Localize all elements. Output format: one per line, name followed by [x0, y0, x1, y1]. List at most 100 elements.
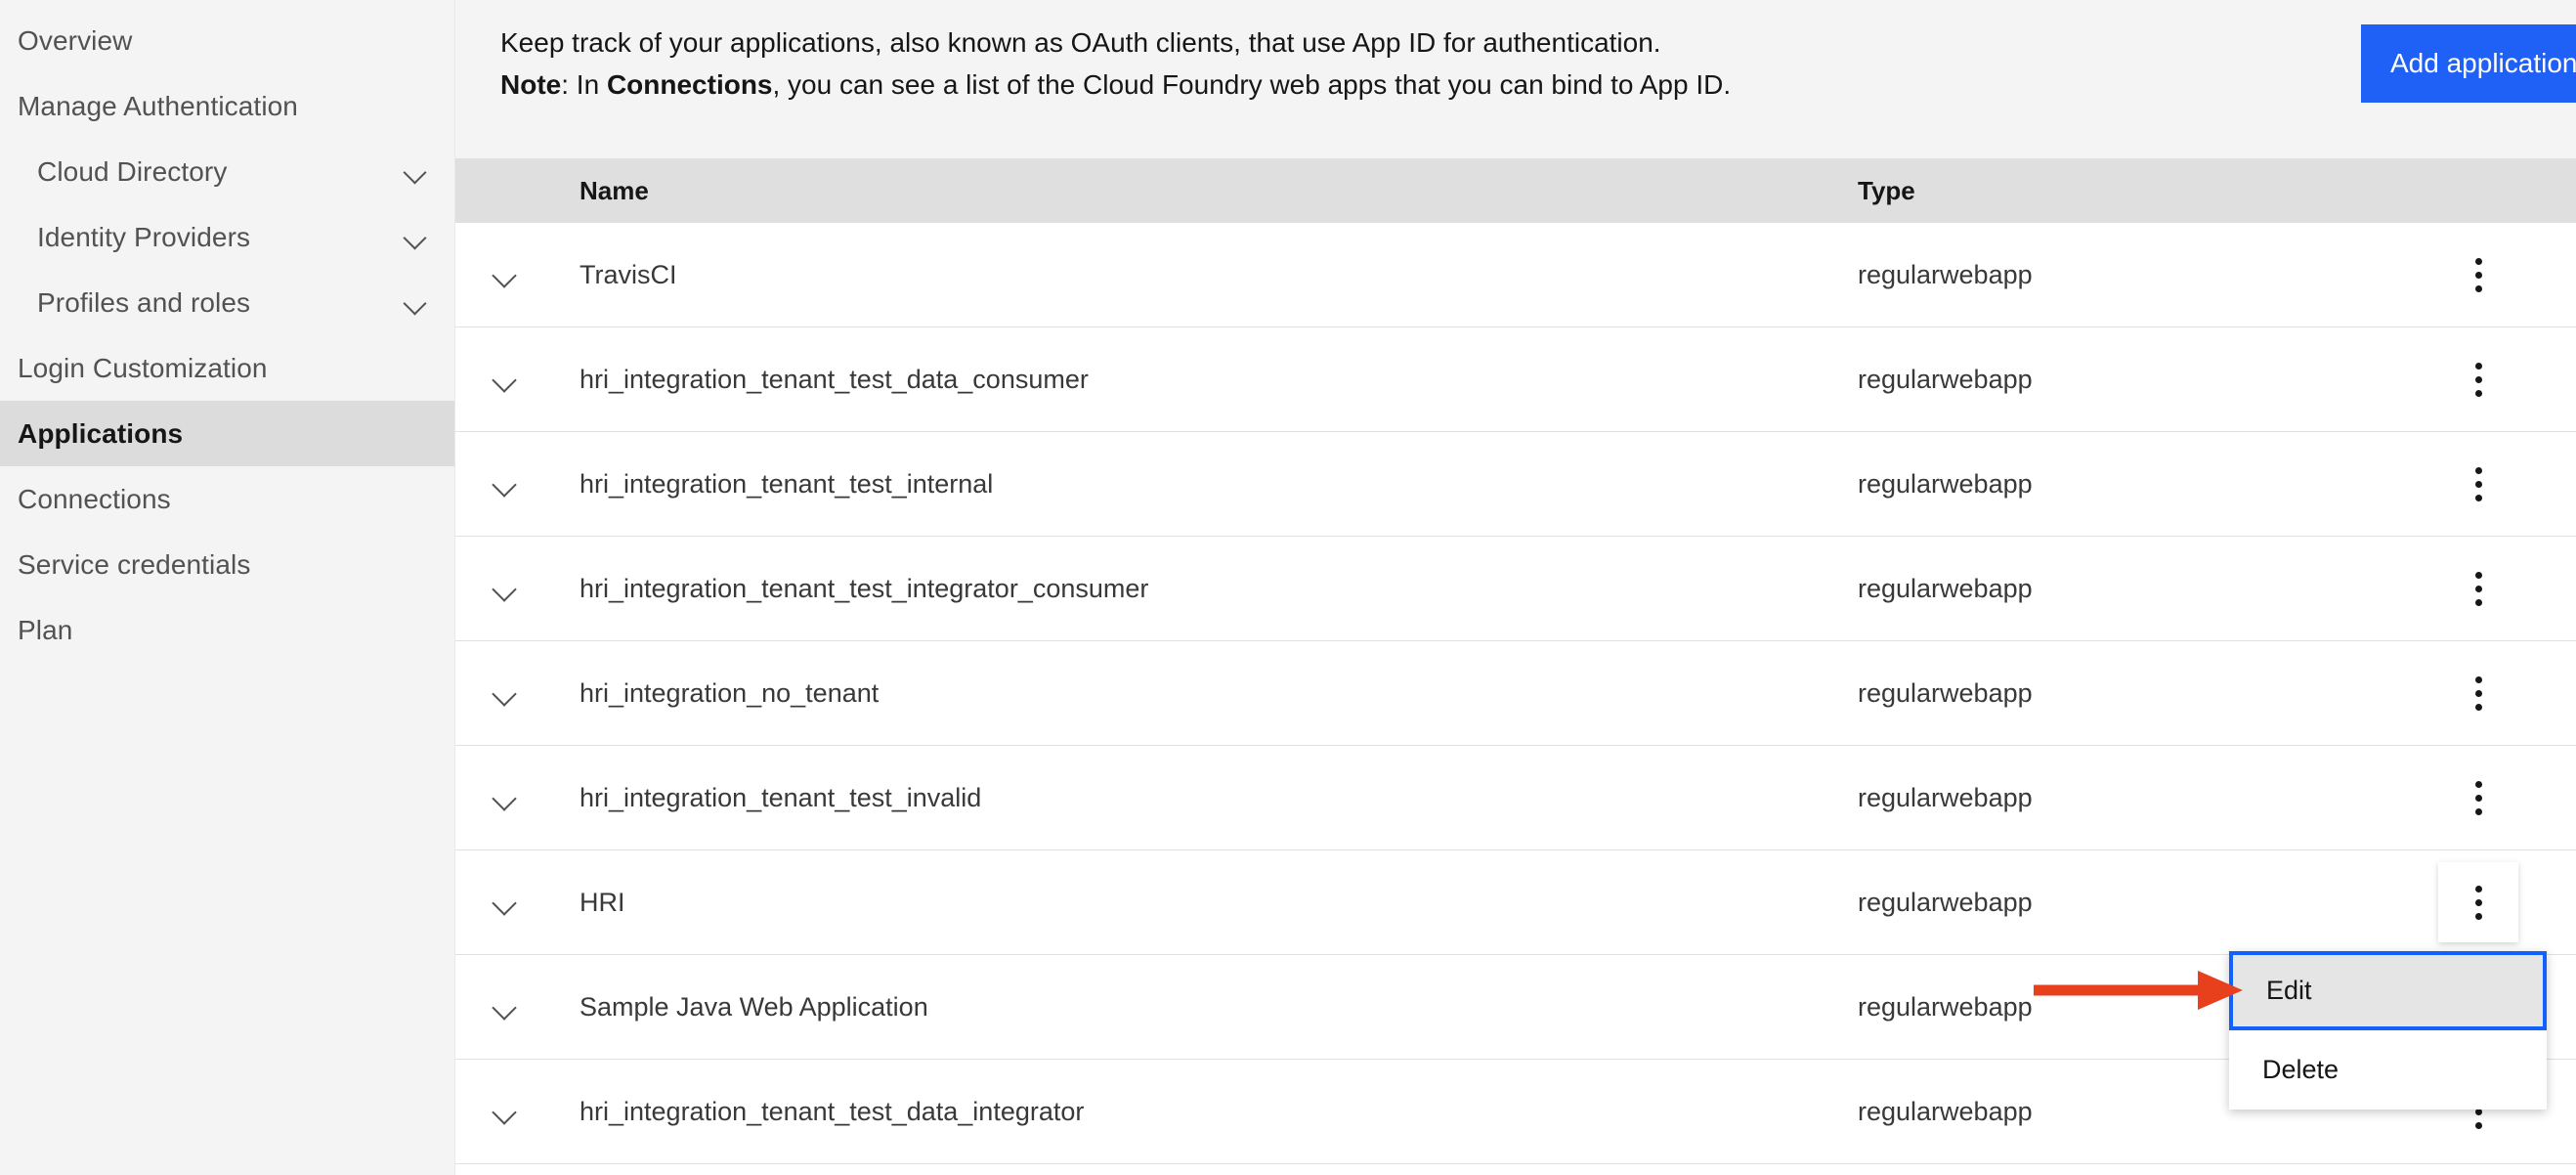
kebab-dot	[2474, 494, 2482, 501]
chevron-down-icon[interactable]	[404, 159, 429, 185]
cell-application-type: regularwebapp	[1858, 782, 2033, 812]
row-overflow-menu-button[interactable]	[2438, 548, 2518, 629]
table-row[interactable]: TravisCI regularwebapp	[455, 223, 2576, 327]
cell-application-type: regularwebapp	[1858, 887, 2033, 917]
table-row[interactable]: hri_integration_tenant_test_invalid regul…	[455, 746, 2576, 850]
chevron-down-icon	[492, 784, 519, 811]
row-overflow-menu-button[interactable]	[2438, 339, 2518, 419]
kebab-dot	[2474, 571, 2482, 579]
row-overflow-menu-button[interactable]	[2438, 235, 2518, 315]
add-application-button[interactable]: Add application	[2361, 24, 2576, 103]
sidebar-item-label: Connections	[18, 483, 171, 514]
cell-application-type: regularwebapp	[1858, 259, 2033, 289]
sidebar-item-plan[interactable]: Plan	[0, 597, 454, 663]
row-overflow-menu-button[interactable]	[2438, 653, 2518, 733]
cell-row-actions	[2381, 339, 2576, 419]
kebab-dot	[2474, 375, 2482, 383]
row-overflow-menu-button[interactable]	[2438, 444, 2518, 524]
cell-application-name: hri_integration_no_tenant	[580, 677, 880, 708]
sidebar-item-label: Overview	[18, 24, 133, 56]
menu-item-delete[interactable]: Delete	[2229, 1030, 2547, 1110]
cell-application-type: regularwebapp	[1858, 468, 2033, 499]
cell-row-actions	[2381, 758, 2576, 838]
kebab-dot	[2474, 780, 2482, 788]
note-text-a: : In	[561, 69, 607, 100]
sidebar-item-applications[interactable]: Applications	[0, 401, 454, 466]
row-expand-toggle[interactable]	[455, 784, 555, 811]
row-expand-toggle[interactable]	[455, 1098, 555, 1125]
sidebar-item-cloud-directory[interactable]: Cloud Directory	[0, 139, 454, 204]
table-row[interactable]: hri_integration_tenant_test_data_consume…	[455, 327, 2576, 432]
cell-application-name: hri_integration_tenant_test_invalid	[580, 782, 982, 812]
menu-item-label: Delete	[2262, 1055, 2340, 1084]
cell-application-name: hri_integration_tenant_test_integrator_c…	[580, 573, 1149, 603]
table-row[interactable]: HRI regularwebapp	[455, 850, 2576, 955]
sidebar-item-connections[interactable]: Connections	[0, 466, 454, 532]
chevron-down-icon	[492, 889, 519, 916]
row-overflow-menu-button[interactable]	[2438, 862, 2518, 942]
kebab-dot	[2474, 885, 2482, 892]
column-header-name[interactable]: Name	[555, 176, 1833, 206]
sidebar-item-login-customization[interactable]: Login Customization	[0, 335, 454, 401]
kebab-dot	[2474, 675, 2482, 683]
table-row[interactable]: hri_integration_tenant_test_integrator_c…	[455, 537, 2576, 641]
menu-item-label: Edit	[2266, 976, 2312, 1005]
cell-row-actions	[2381, 235, 2576, 315]
note-text-b: , you can see a list of the Cloud Foundr…	[772, 69, 1732, 100]
chevron-down-icon	[492, 470, 519, 498]
sidebar-item-overview[interactable]: Overview	[0, 8, 454, 73]
chevron-down-icon	[492, 366, 519, 393]
row-expand-toggle[interactable]	[455, 993, 555, 1021]
chevron-down-icon[interactable]	[404, 225, 429, 250]
kebab-dot	[2474, 284, 2482, 292]
sidebar-item-label: Profiles and roles	[37, 286, 251, 318]
chevron-down-icon	[492, 575, 519, 602]
kebab-dot	[2474, 689, 2482, 697]
chevron-down-icon	[492, 261, 519, 288]
chevron-down-icon[interactable]	[404, 290, 429, 316]
sidebar-item-label: Service credentials	[18, 548, 251, 580]
sidebar-item-manage-authentication[interactable]: Manage Authentication	[0, 73, 454, 139]
kebab-dot	[2474, 898, 2482, 906]
cell-row-actions	[2381, 444, 2576, 524]
cell-application-name: TravisCI	[580, 259, 677, 289]
cell-application-name: Sample Java Web Application	[580, 991, 928, 1022]
chevron-down-icon	[492, 993, 519, 1021]
row-expand-toggle[interactable]	[455, 679, 555, 707]
row-overflow-menu-button[interactable]	[2438, 758, 2518, 838]
row-expand-toggle[interactable]	[455, 575, 555, 602]
table-row[interactable]: hri_integration_no_tenant regularwebapp	[455, 641, 2576, 746]
row-expand-toggle[interactable]	[455, 889, 555, 916]
kebab-dot	[2474, 271, 2482, 279]
kebab-dot	[2474, 585, 2482, 592]
table-row[interactable]: hri_integration_tenant_test_internal regu…	[455, 432, 2576, 537]
sidebar-item-profiles-and-roles[interactable]: Profiles and roles	[0, 270, 454, 335]
note-label: Note	[500, 69, 562, 100]
cell-application-type: regularwebapp	[1858, 677, 2033, 708]
page-header: Keep track of your applications, also kn…	[455, 0, 2576, 158]
description-line-1: Keep track of your applications, also kn…	[500, 27, 1661, 58]
kebab-dot	[2474, 1121, 2482, 1129]
cell-row-actions	[2381, 862, 2576, 942]
cell-row-actions	[2381, 653, 2576, 733]
description-note-line: Note: In Connections, you can see a list…	[500, 64, 2166, 106]
row-expand-toggle[interactable]	[455, 470, 555, 498]
kebab-dot	[2474, 807, 2482, 815]
kebab-dot	[2474, 480, 2482, 488]
row-expand-toggle[interactable]	[455, 366, 555, 393]
sidebar-item-label: Cloud Directory	[37, 155, 228, 187]
row-overflow-menu[interactable]: Edit Delete	[2229, 951, 2547, 1110]
menu-item-edit[interactable]: Edit	[2229, 951, 2547, 1030]
sidebar-item-identity-providers[interactable]: Identity Providers	[0, 204, 454, 270]
cell-application-name: HRI	[580, 887, 625, 917]
cell-application-name: hri_integration_tenant_test_data_integra…	[580, 1096, 1085, 1126]
cell-application-name: hri_integration_tenant_test_internal	[580, 468, 994, 499]
sidebar-item-service-credentials[interactable]: Service credentials	[0, 532, 454, 597]
kebab-dot	[2474, 466, 2482, 474]
page-description: Keep track of your applications, also kn…	[455, 22, 2576, 106]
cell-application-name: hri_integration_tenant_test_data_consume…	[580, 364, 1089, 394]
column-header-type[interactable]: Type	[1833, 176, 2381, 206]
sidebar: Overview Manage Authentication Cloud Direc…	[0, 0, 455, 1175]
table-header-row: Name Type	[455, 158, 2576, 223]
row-expand-toggle[interactable]	[455, 261, 555, 288]
